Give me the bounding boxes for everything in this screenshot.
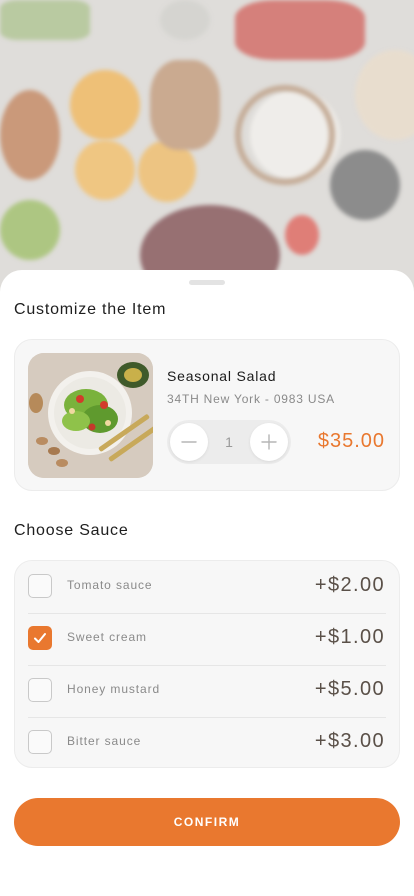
sauce-list: Tomato sauce +$2.00 Sweet cream +$1.00 H… — [14, 560, 400, 768]
checkmark-icon — [34, 633, 46, 643]
sauce-section-title: Choose Sauce — [14, 522, 129, 539]
customize-sheet: Customize the Item Seasonal Salad 34TH N… — [0, 270, 414, 896]
plus-icon — [261, 434, 277, 450]
minus-icon — [181, 441, 197, 443]
item-card: Seasonal Salad 34TH New York - 0983 USA … — [14, 339, 400, 491]
sauce-checkbox[interactable] — [28, 730, 52, 754]
quantity-stepper: 1 — [167, 420, 291, 464]
sauce-checkbox-checked[interactable] — [28, 626, 52, 650]
item-address: 34TH New York - 0983 USA — [167, 392, 335, 406]
increase-quantity-button[interactable] — [250, 423, 288, 461]
sauce-checkbox[interactable] — [28, 574, 52, 598]
item-name: Seasonal Salad — [167, 368, 277, 384]
sauce-price: +$2.00 — [314, 574, 385, 596]
decrease-quantity-button[interactable] — [170, 423, 208, 461]
sheet-title: Customize the Item — [14, 301, 167, 318]
sauce-name: Honey mustard — [67, 682, 161, 696]
sauce-price: +$3.00 — [314, 730, 385, 752]
sauce-option-sweet-cream[interactable]: Sweet cream +$1.00 — [15, 613, 399, 665]
sauce-option-honey-mustard[interactable]: Honey mustard +$5.00 — [15, 665, 399, 717]
sauce-name: Sweet cream — [67, 630, 147, 644]
sauce-name: Tomato sauce — [67, 578, 153, 592]
quantity-value: 1 — [225, 434, 233, 450]
item-price: $35.00 — [317, 430, 385, 452]
confirm-button[interactable]: CONFIRM — [14, 798, 400, 846]
sauce-option-bitter[interactable]: Bitter sauce +$3.00 — [15, 717, 399, 769]
salad-photo-icon — [28, 353, 153, 478]
sauce-price: +$1.00 — [314, 626, 385, 648]
sauce-name: Bitter sauce — [67, 734, 142, 748]
background-overlay — [0, 0, 414, 300]
sauce-option-tomato[interactable]: Tomato sauce +$2.00 — [15, 561, 399, 613]
sauce-price: +$5.00 — [314, 678, 385, 700]
sheet-drag-handle[interactable] — [189, 280, 225, 285]
sauce-checkbox[interactable] — [28, 678, 52, 702]
